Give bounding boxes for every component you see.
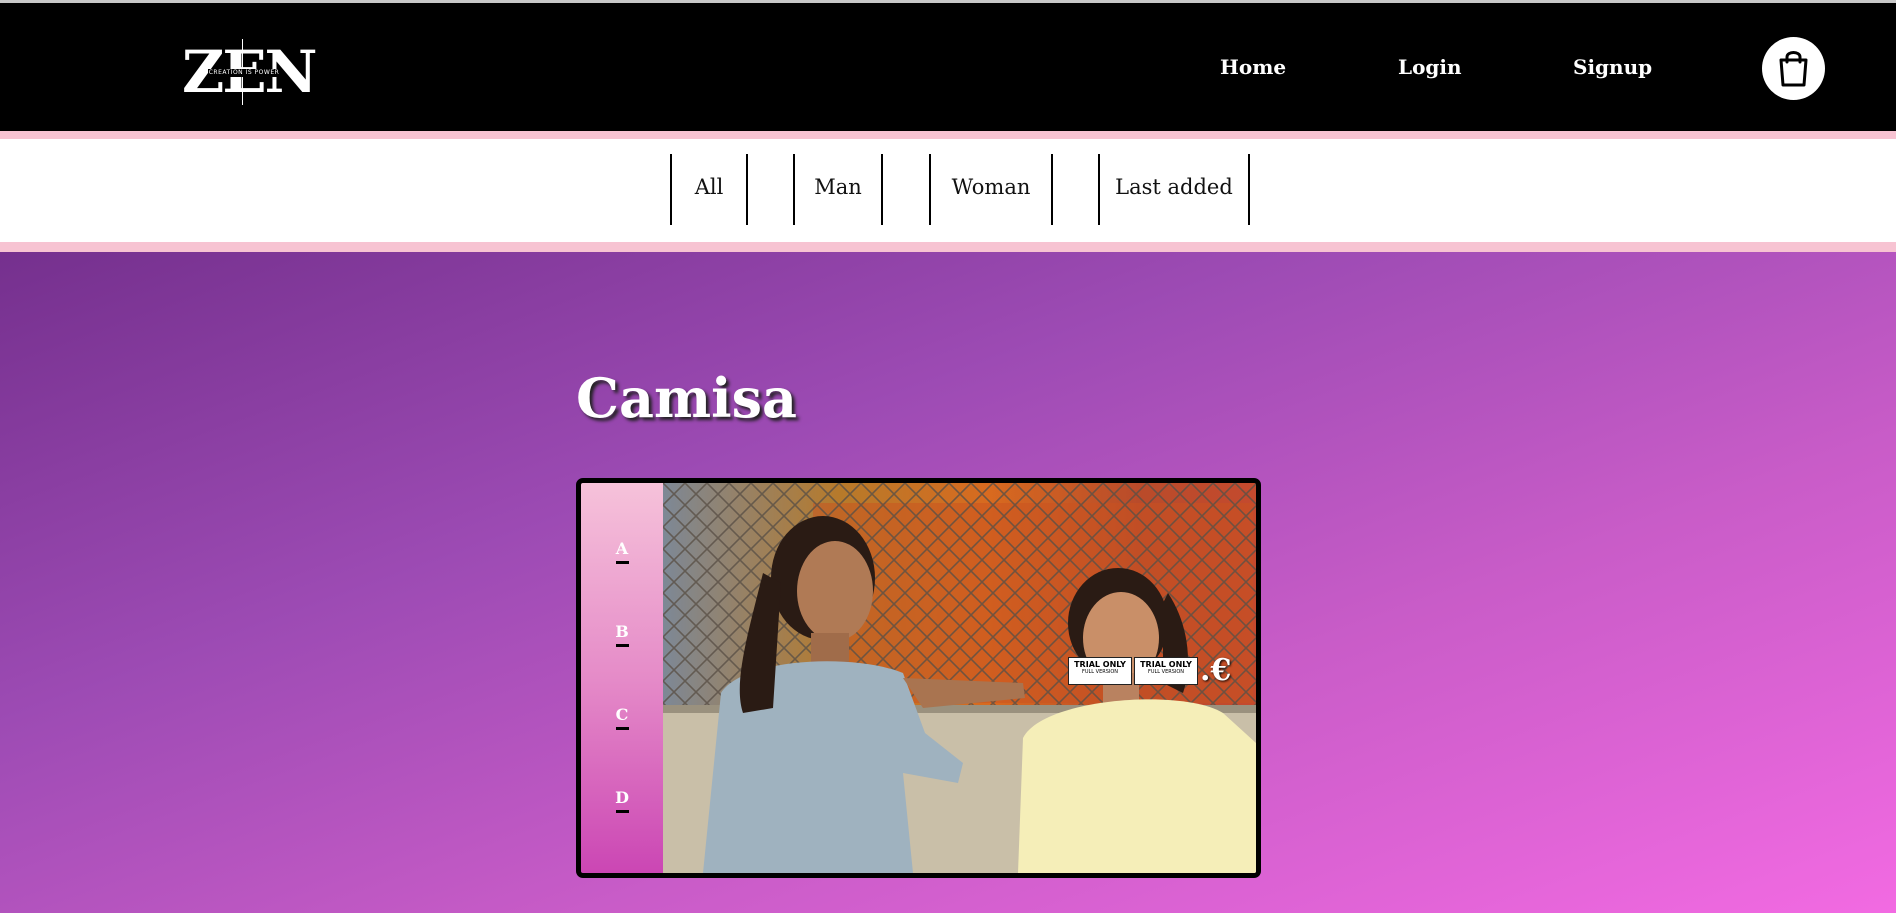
- product-section: Camisa A B C D TRIAL ONLY FULL VERSION T…: [0, 252, 1896, 913]
- product-photo: TRIAL ONLY FULL VERSION TRIAL ONLY FULL …: [663, 483, 1256, 873]
- cart-button[interactable]: [1762, 37, 1825, 100]
- shopping-bag-icon: [1779, 51, 1808, 87]
- trial-label: TRIAL ONLY: [1140, 660, 1192, 669]
- price-currency: .€: [1200, 653, 1232, 688]
- size-option-a[interactable]: A: [581, 539, 663, 564]
- product-title: Camisa: [576, 366, 798, 430]
- size-label: A: [615, 539, 629, 558]
- product-price: TRIAL ONLY FULL VERSION TRIAL ONLY FULL …: [1068, 654, 1231, 688]
- nav-signup-link[interactable]: Signup: [1573, 53, 1652, 81]
- category-man[interactable]: Man: [793, 154, 883, 225]
- nav-login-link[interactable]: Login: [1398, 53, 1462, 81]
- zen-logo[interactable]: ZEN CREATION IS POWER: [182, 37, 318, 107]
- size-option-d[interactable]: D: [581, 788, 663, 813]
- category-accent-stripe: [0, 242, 1896, 252]
- size-option-c[interactable]: C: [581, 705, 663, 730]
- size-label: B: [615, 622, 629, 641]
- size-selector: A B C D: [581, 483, 663, 873]
- category-woman[interactable]: Woman: [929, 154, 1053, 225]
- logo-tagline: CREATION IS POWER: [208, 69, 280, 77]
- trial-label: TRIAL ONLY: [1074, 660, 1126, 669]
- site-header: ZEN CREATION IS POWER Home Login Signup: [0, 0, 1896, 131]
- trial-sub: FULL VERSION: [1081, 669, 1119, 675]
- size-label: D: [615, 788, 629, 807]
- header-accent-stripe: [0, 131, 1896, 139]
- product-card[interactable]: A B C D TRIAL ONLY FULL VERSION TRIAL ON…: [576, 478, 1261, 878]
- trial-watermark: TRIAL ONLY FULL VERSION: [1068, 657, 1132, 685]
- size-option-b[interactable]: B: [581, 622, 663, 647]
- category-last-added[interactable]: Last added: [1098, 154, 1250, 225]
- trial-sub: FULL VERSION: [1147, 669, 1185, 675]
- trial-watermark: TRIAL ONLY FULL VERSION: [1134, 657, 1198, 685]
- nav-home-link[interactable]: Home: [1220, 53, 1286, 81]
- category-bar: All Man Woman Last added: [0, 139, 1896, 242]
- category-all[interactable]: All: [670, 154, 748, 225]
- size-label: C: [615, 705, 629, 724]
